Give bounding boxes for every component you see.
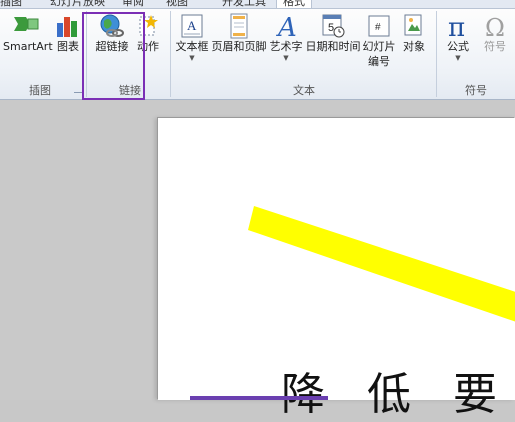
svg-text:#: # xyxy=(375,22,381,33)
header-footer-button[interactable]: 页眉和页脚 xyxy=(211,13,267,54)
textbox-label: 文本框 xyxy=(175,40,209,53)
header-footer-label: 页眉和页脚 xyxy=(211,40,267,53)
svg-text:5: 5 xyxy=(328,22,334,34)
tab-review[interactable]: 审阅 xyxy=(122,0,144,8)
wordart-icon: A xyxy=(274,13,298,43)
ribbon: SmartArt 图表 超链接 动作 A 文本框 ▼ 页眉和页脚 A 艺术字 ▼… xyxy=(0,9,515,100)
editing-workspace: 降 低 要 xyxy=(0,100,515,420)
slide-title-text[interactable]: 降 低 要 xyxy=(281,358,511,422)
equation-button[interactable]: π 公式 ▼ xyxy=(441,13,475,62)
slide-canvas[interactable]: 降 低 要 xyxy=(158,118,515,420)
smartart-button[interactable]: SmartArt xyxy=(3,13,53,54)
datetime-button[interactable]: 5 日期和时间 xyxy=(305,13,361,54)
group-label-symbols: 符号 xyxy=(465,84,487,97)
slide-number-label-2: 编号 xyxy=(368,55,390,68)
tab-format[interactable]: 格式 xyxy=(276,0,312,8)
svg-text:A: A xyxy=(187,18,197,33)
annotation-underline xyxy=(190,396,328,400)
group-label-illustrations: 插图 xyxy=(29,84,51,97)
svg-text:Ω: Ω xyxy=(485,14,505,39)
group-separator xyxy=(170,11,171,97)
tab-view[interactable]: 视图 xyxy=(166,0,188,8)
calendar-clock-icon: 5 xyxy=(320,13,346,39)
symbol-button[interactable]: Ω 符号 xyxy=(478,13,512,54)
slide-number-icon: # xyxy=(367,13,391,39)
chevron-down-icon: ▼ xyxy=(283,54,289,62)
pi-icon: π xyxy=(445,13,471,43)
object-button[interactable]: 对象 xyxy=(399,13,429,54)
smartart-label: SmartArt xyxy=(3,40,53,53)
svg-text:A: A xyxy=(276,13,297,39)
tab-slideshow[interactable]: 幻灯片放映 xyxy=(50,0,105,8)
datetime-label: 日期和时间 xyxy=(305,40,361,53)
slide-number-label-1: 幻灯片 xyxy=(362,40,396,53)
ribbon-tab-strip: 插图 幻灯片放映 审阅 视图 开发工具 格式 xyxy=(0,0,515,9)
group-separator xyxy=(436,11,437,97)
object-label: 对象 xyxy=(403,40,425,53)
symbol-label: 符号 xyxy=(484,40,506,53)
smartart-icon xyxy=(12,13,40,39)
omega-icon: Ω xyxy=(482,13,508,42)
tab-illustrations[interactable]: 插图 xyxy=(0,0,22,8)
textbox-icon: A xyxy=(180,13,204,39)
chevron-down-icon: ▼ xyxy=(455,54,461,62)
chevron-down-icon: ▼ xyxy=(189,54,195,62)
header-footer-icon xyxy=(229,13,249,39)
slide-number-button[interactable]: # 幻灯片 编号 xyxy=(361,13,397,69)
chart-label: 图表 xyxy=(57,40,79,53)
annotation-highlight-box xyxy=(82,12,145,100)
textbox-button[interactable]: A 文本框 ▼ xyxy=(174,13,210,62)
chart-button[interactable]: 图表 xyxy=(53,13,83,54)
equation-label: 公式 xyxy=(447,40,469,53)
object-icon xyxy=(402,13,426,39)
svg-text:π: π xyxy=(448,13,465,39)
wordart-label: 艺术字 xyxy=(269,40,303,53)
wordart-button[interactable]: A 艺术字 ▼ xyxy=(268,13,304,62)
tab-developer[interactable]: 开发工具 xyxy=(222,0,266,8)
bar-chart-icon xyxy=(55,13,81,39)
group-label-text: 文本 xyxy=(293,84,315,97)
yellow-banner-shape xyxy=(248,206,515,322)
